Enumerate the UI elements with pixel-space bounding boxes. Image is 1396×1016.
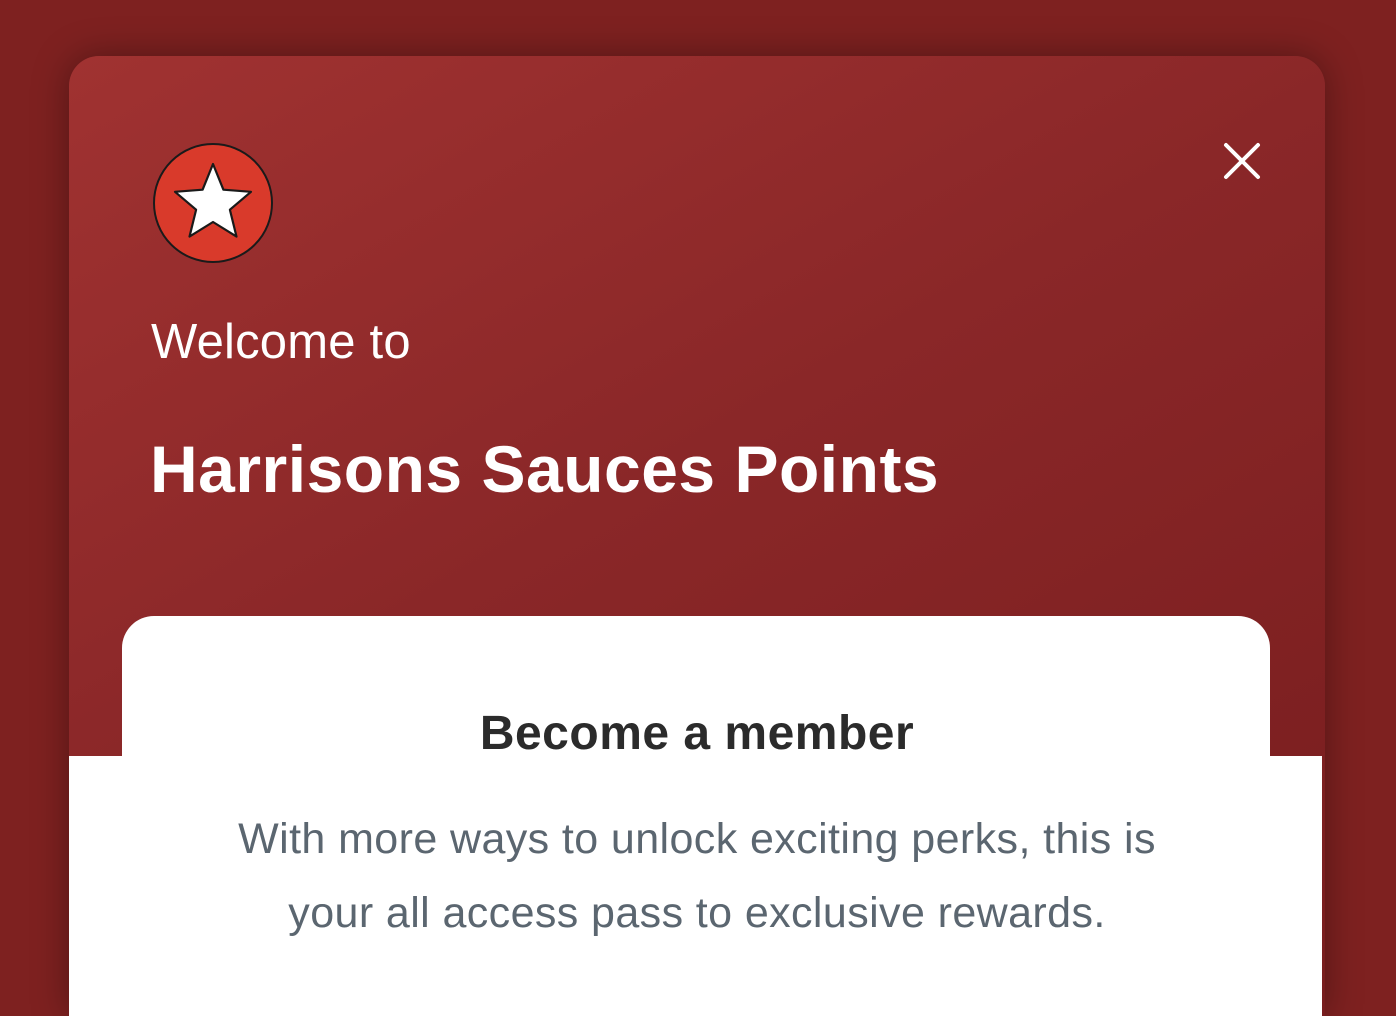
close-icon	[1224, 143, 1260, 179]
close-button[interactable]	[1207, 126, 1277, 196]
member-card-title: Become a member	[479, 707, 915, 760]
program-title: Harrisons Sauces Points	[150, 432, 940, 506]
rewards-welcome-modal: Welcome to Harrisons Sauces Points Becom…	[69, 56, 1325, 1016]
welcome-text: Welcome to	[151, 315, 411, 369]
member-card-description: With more ways to unlock exciting perks,…	[238, 815, 1156, 937]
star-badge-icon	[152, 142, 274, 264]
